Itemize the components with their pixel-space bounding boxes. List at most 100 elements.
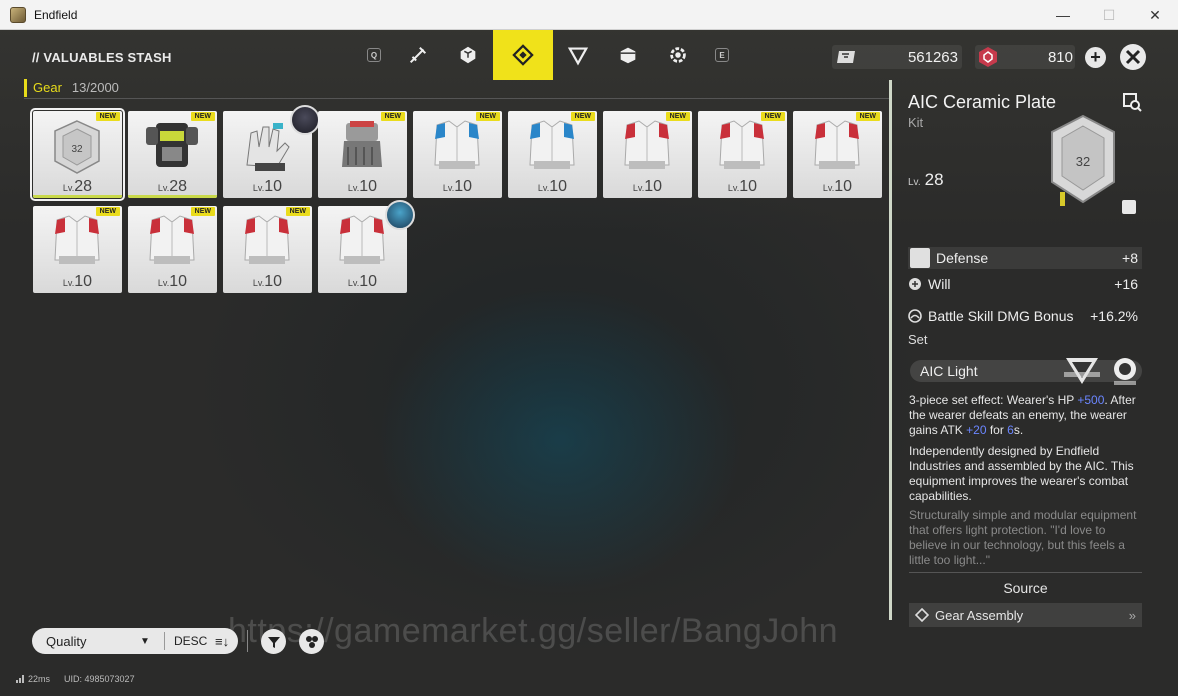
ping-value: 22ms xyxy=(28,674,51,684)
item-level: Lv.10 xyxy=(318,273,407,291)
stat-value: +16.2% xyxy=(1090,308,1138,324)
plate-number: 32 xyxy=(1076,154,1090,169)
gauntlet-image xyxy=(342,121,382,167)
vest-image xyxy=(149,215,195,264)
stat-label: Will xyxy=(928,276,951,292)
gear-item-card[interactable]: NEW Lv.10 xyxy=(128,206,217,293)
set-effect-part: s. xyxy=(1013,423,1024,437)
gear-item-card[interactable]: NEW Lv.10 xyxy=(603,111,692,198)
level-prefix: Lv. xyxy=(157,278,170,288)
filter-icon xyxy=(267,636,280,648)
level-prefix: Lv. xyxy=(908,177,921,188)
gear-item-card[interactable]: 32 NEW Lv.28 xyxy=(30,108,125,201)
vest-image xyxy=(54,215,100,264)
signal-icon xyxy=(16,675,24,683)
box-icon xyxy=(620,47,636,64)
level-value: 10 xyxy=(264,178,283,195)
minimize-button[interactable]: — xyxy=(1040,0,1086,30)
close-icon xyxy=(1125,49,1141,65)
gear-item-card[interactable]: NEW Lv.10 xyxy=(698,111,787,198)
tab-material[interactable] xyxy=(553,30,603,80)
level-prefix: Lv. xyxy=(347,183,360,193)
gear-item-card[interactable]: NEW Lv.10 xyxy=(223,206,312,293)
origeometry-value: 810 xyxy=(1047,48,1073,66)
window-titlebar: Endfield — ☐ ✕ xyxy=(0,0,1178,30)
panel-divider xyxy=(889,80,892,620)
level-value: 10 xyxy=(549,178,568,195)
sort-order-icon: ≡↓ xyxy=(215,633,230,649)
close-window-button[interactable]: ✕ xyxy=(1132,0,1178,30)
stat-label: Battle Skill DMG Bonus xyxy=(928,308,1074,324)
gear-diamond-icon xyxy=(915,608,929,622)
new-badge: NEW xyxy=(475,112,500,121)
item-level: Lv.10 xyxy=(223,273,312,291)
page-title: // VALUABLES STASH xyxy=(32,50,172,65)
set-label: Set xyxy=(908,332,928,347)
item-level: Lv.10 xyxy=(603,178,692,196)
status-bar: 22ms UID: 4985073027 xyxy=(16,674,135,684)
source-label: Source xyxy=(1003,580,1048,596)
item-level: Lv.10 xyxy=(223,178,312,196)
triangle-icon xyxy=(567,47,589,66)
equipped-bar xyxy=(33,195,122,198)
tab-weapon[interactable] xyxy=(393,30,443,80)
gear-item-card[interactable]: NEW Lv.28 xyxy=(128,111,217,198)
lock-icon[interactable] xyxy=(1122,200,1136,214)
tab-gear[interactable] xyxy=(493,30,553,80)
stat-defense: Defense +8 xyxy=(908,247,1142,269)
divider xyxy=(909,572,1142,573)
level-prefix: Lv. xyxy=(727,183,740,193)
maximize-button[interactable]: ☐ xyxy=(1086,0,1132,30)
brand-logo xyxy=(1114,358,1136,385)
set-effect-text: 3-piece set effect: Wearer's HP +500. Af… xyxy=(909,393,1143,438)
category-bar: Gear 13/2000 xyxy=(24,77,890,99)
tab-gem[interactable] xyxy=(443,30,493,80)
level-prefix: Lv. xyxy=(252,183,265,193)
sort-control[interactable]: Quality ▼ DESC ≡↓ xyxy=(32,628,238,654)
svg-text:32: 32 xyxy=(71,144,83,155)
set-effect-part: 3-piece set effect: Wearer's HP xyxy=(909,393,1078,407)
filter-button[interactable] xyxy=(261,629,286,654)
gear-item-card[interactable]: NEW Lv.10 xyxy=(33,206,122,293)
gear-item-card[interactable]: NEW Lv.10 xyxy=(413,111,502,198)
stat-label: Defense xyxy=(936,250,989,266)
add-currency-button[interactable]: + xyxy=(1085,47,1106,68)
vest-image xyxy=(244,215,290,264)
item-description: Independently designed by Endfield Indus… xyxy=(909,444,1134,503)
category-tabs: Q E xyxy=(355,30,741,80)
level-value: 10 xyxy=(644,178,663,195)
gear-item-card[interactable]: NEW Lv.10 xyxy=(508,111,597,198)
tab-special[interactable] xyxy=(653,30,703,80)
new-badge: NEW xyxy=(380,112,405,121)
tab-consumable[interactable] xyxy=(603,30,653,80)
divider xyxy=(164,632,165,650)
uid-value: UID: 4985073027 xyxy=(64,674,135,684)
key-q-hint: Q xyxy=(367,48,381,62)
origeometry-icon xyxy=(979,47,997,67)
stat-value: +8 xyxy=(1122,250,1138,266)
level-value: 10 xyxy=(264,273,283,290)
card-icon xyxy=(837,51,855,63)
item-level: Lv.10 xyxy=(318,178,407,196)
gem-icon xyxy=(460,46,476,64)
inspect-icon[interactable] xyxy=(1122,92,1142,112)
credits-value: 561263 xyxy=(907,48,958,66)
level-prefix: Lv. xyxy=(252,278,265,288)
item-level: Lv.10 xyxy=(508,178,597,196)
order-toggle[interactable]: DESC xyxy=(174,634,207,648)
new-badge: NEW xyxy=(190,207,215,216)
gear-diamond-icon xyxy=(512,44,534,66)
level-prefix: Lv. xyxy=(62,278,75,288)
level-prefix: Lv. xyxy=(632,183,645,193)
gear-item-card[interactable]: NEW Lv.10 xyxy=(793,111,882,198)
flavor-text: Structurally simple and modular equipmen… xyxy=(909,508,1137,567)
close-button[interactable] xyxy=(1120,44,1146,70)
level-value: 10 xyxy=(359,178,378,195)
source-gear-assembly-button[interactable]: Gear Assembly » xyxy=(909,603,1142,627)
armor-image xyxy=(146,123,198,167)
item-level: Lv.10 xyxy=(698,178,787,196)
gear-item-card[interactable]: NEW Lv.10 xyxy=(318,111,407,198)
item-name: AIC Ceramic Plate xyxy=(908,92,1057,112)
recycle-button[interactable] xyxy=(299,629,324,654)
item-detail-panel: AIC Ceramic Plate Kit Lv. 28 32 Defense +… xyxy=(889,80,1152,627)
